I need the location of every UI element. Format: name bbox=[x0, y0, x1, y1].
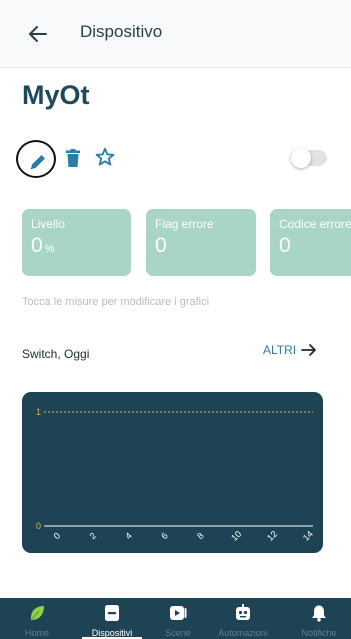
arrow-right-icon bbox=[301, 344, 317, 356]
chart-canvas: 010 2 4 6 8 10 12 14 bbox=[36, 407, 315, 543]
measure-value: 0% bbox=[31, 234, 55, 257]
x-tick-label: 6 bbox=[159, 531, 170, 542]
switch-chart[interactable]: 0 1 0 2 4 6 8 10 12 14 bbox=[22, 392, 323, 553]
measure-label: Codice errore bbox=[279, 217, 351, 231]
device-name: MyOt bbox=[22, 80, 90, 110]
arrow-left-icon[interactable] bbox=[26, 22, 50, 46]
bottom-nav: Home Dispositivi Scene Automazioni Notif… bbox=[0, 598, 351, 639]
x-tick-label: 0 bbox=[52, 531, 63, 542]
pencil-icon bbox=[30, 155, 45, 170]
nav-item-automazioni[interactable]: Automazioni bbox=[214, 598, 272, 639]
more-charts-link[interactable]: ALTRI bbox=[263, 343, 317, 357]
nav-label: Home bbox=[24, 628, 49, 638]
measure-value: 0 bbox=[279, 234, 291, 257]
device-actions bbox=[16, 138, 336, 178]
nav-label: Automazioni bbox=[218, 628, 268, 638]
nav-item-home[interactable]: Home bbox=[16, 598, 58, 639]
measure-card-flag-errore[interactable]: Flag errore 0 bbox=[146, 209, 256, 276]
toggle-knob bbox=[291, 148, 311, 168]
bell-icon bbox=[312, 605, 326, 622]
more-label: ALTRI bbox=[263, 343, 297, 357]
page-title: Dispositivo bbox=[80, 22, 163, 41]
nav-item-dispositivi[interactable]: Dispositivi bbox=[80, 598, 144, 639]
x-tick-label: 8 bbox=[195, 531, 206, 542]
nav-label: Scene bbox=[165, 628, 191, 638]
robot-icon bbox=[236, 604, 250, 620]
scene-icon bbox=[170, 606, 187, 620]
measures-hint: Tocca le misure per modificare i grafici bbox=[22, 296, 210, 308]
x-tick-label: 4 bbox=[123, 531, 134, 542]
edit-button[interactable] bbox=[16, 140, 56, 178]
measure-unit: % bbox=[44, 243, 55, 255]
device-power-toggle[interactable] bbox=[291, 148, 327, 168]
nav-item-notifiche[interactable]: Notifiche bbox=[294, 598, 344, 639]
chart-section-title: Switch, Oggi bbox=[22, 347, 90, 361]
measure-label: Livello bbox=[31, 217, 66, 231]
leaf-icon bbox=[30, 606, 44, 621]
x-tick-label: 12 bbox=[265, 529, 279, 543]
y-tick-label: 1 bbox=[36, 407, 41, 417]
device-icon bbox=[105, 605, 119, 621]
measure-card-livello[interactable]: Livello 0% bbox=[22, 209, 131, 276]
app-header: Dispositivo bbox=[0, 0, 351, 68]
y-tick-label: 0 bbox=[36, 521, 41, 531]
measure-label: Flag errore bbox=[155, 217, 214, 231]
x-tick-label: 14 bbox=[301, 529, 315, 543]
nav-label: Notifiche bbox=[301, 628, 337, 638]
trash-icon[interactable] bbox=[66, 149, 80, 167]
star-outline-icon[interactable] bbox=[94, 146, 116, 168]
measure-value: 0 bbox=[155, 234, 167, 257]
measure-card-codice-errore[interactable]: Codice errore 0 bbox=[270, 209, 351, 276]
x-tick-label: 2 bbox=[87, 531, 98, 542]
measure-cards: Livello 0% Flag errore 0 Codice errore 0 bbox=[0, 209, 351, 277]
nav-item-scene[interactable]: Scene bbox=[157, 598, 199, 639]
x-tick-label: 10 bbox=[229, 529, 243, 543]
